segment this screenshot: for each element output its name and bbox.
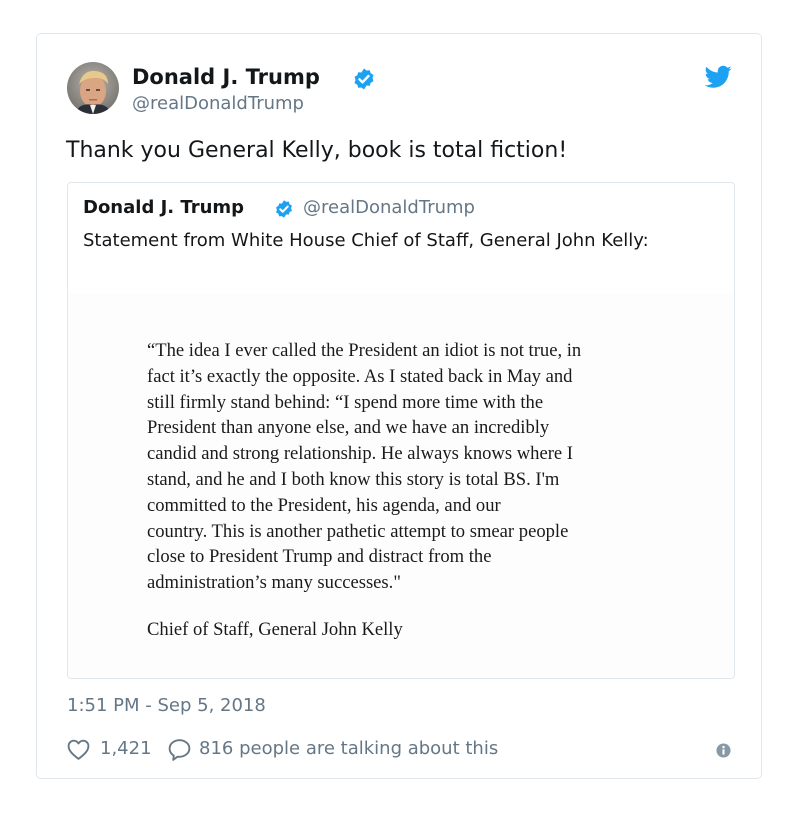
speech-bubble-icon[interactable] <box>167 737 192 762</box>
statement-line: President than anyone else, and we have … <box>147 417 550 439</box>
quoted-author-name: Donald J. Trump <box>83 197 245 218</box>
statement-body: “The idea I ever called the President an… <box>147 338 657 596</box>
tweet-timestamp[interactable]: 1:51 PM - Sep 5, 2018 <box>67 695 266 716</box>
like-count[interactable]: 1,421 <box>100 738 152 759</box>
statement-signature: Chief of Staff, General John Kelly <box>147 619 403 640</box>
heart-icon[interactable] <box>66 737 91 762</box>
statement-line: close to President Trump and distract fr… <box>147 546 492 568</box>
statement-line: still firmly stand behind: “I spend more… <box>147 391 544 413</box>
statement-line: stand, and he and I both know this story… <box>147 468 560 490</box>
statement-image[interactable]: “The idea I ever called the President an… <box>68 293 734 678</box>
statement-line: candid and strong relationship. He alway… <box>147 443 573 465</box>
statement-line: committed to the President, his agenda, … <box>147 494 501 516</box>
info-icon[interactable] <box>716 743 731 758</box>
author-handle[interactable]: @realDonaldTrump <box>132 93 304 114</box>
verified-badge-icon <box>276 200 292 218</box>
avatar-image <box>67 62 119 114</box>
statement-line: country. This is another pathetic attemp… <box>147 520 569 542</box>
quoted-tweet-text: Statement from White House Chief of Staf… <box>83 230 649 251</box>
tweet-text: Thank you General Kelly, book is total f… <box>66 138 568 163</box>
quoted-tweet[interactable]: Donald J. Trump @realDonaldTrump Stateme… <box>67 182 735 679</box>
replies-link[interactable]: 816 people are talking about this <box>199 738 498 759</box>
statement-line: “The idea I ever called the President an… <box>147 340 582 361</box>
verified-badge-icon <box>354 68 374 90</box>
twitter-bird-icon[interactable] <box>705 65 732 89</box>
statement-line: administration’s many successes." <box>147 572 401 594</box>
author-name[interactable]: Donald J. Trump <box>132 65 320 89</box>
tweet-card: Donald J. Trump @realDonaldTrump Thank y… <box>36 33 762 779</box>
quoted-author-handle: @realDonaldTrump <box>303 197 475 218</box>
avatar[interactable] <box>67 62 119 114</box>
statement-line: fact it’s exactly the opposite. As I sta… <box>147 365 573 387</box>
